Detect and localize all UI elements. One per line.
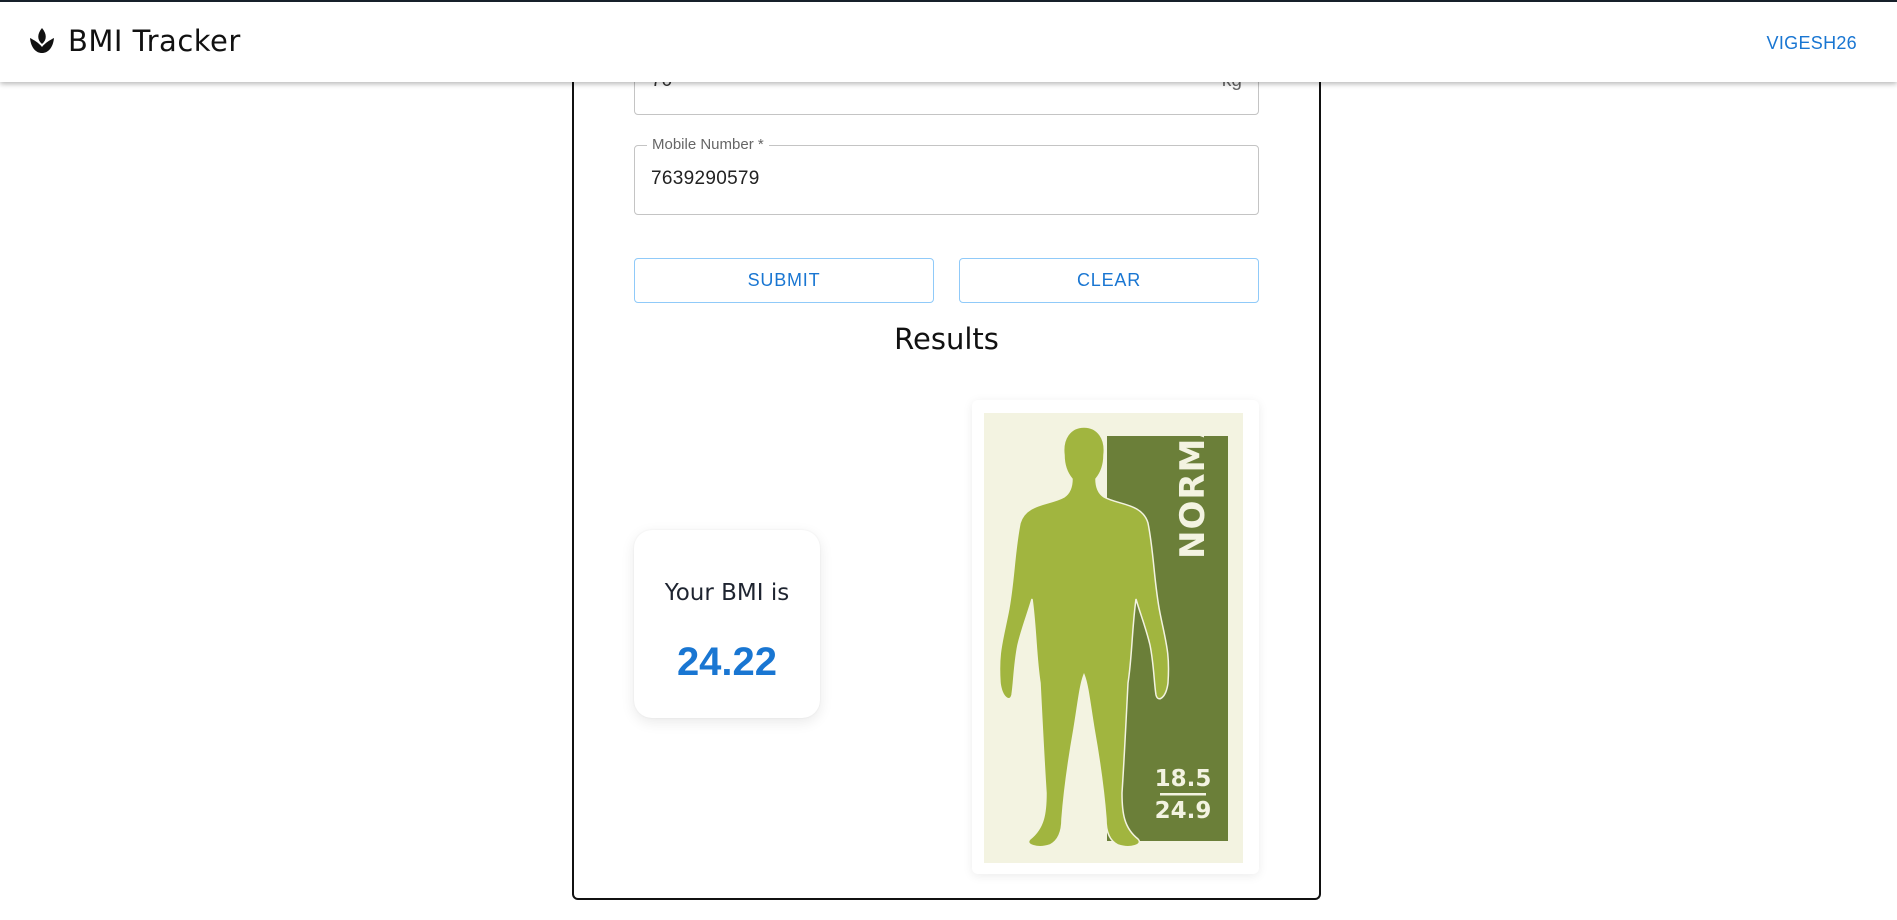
mobile-number-input[interactable]: 7639290579 [651,168,760,190]
lotus-icon [30,28,54,53]
mobile-number-label: Mobile Number * [647,136,769,153]
range-low-label: 18.5 [1155,766,1212,792]
bmi-category-image: NORMAL 18.5 24.9 [972,400,1259,874]
clear-button[interactable]: CLEAR [959,258,1259,303]
bmi-label: Your BMI is [664,580,790,606]
app-header: BMI Tracker VIGESH26 [0,0,1897,82]
bmi-value: 24.22 [676,640,778,684]
user-menu-link[interactable]: VIGESH26 [1767,33,1857,54]
results-heading: Results [894,322,999,356]
bmi-result-card: Your BMI is 24.22 [634,530,820,718]
app-title: BMI Tracker [68,24,241,58]
body-silhouette-illustration: NORMAL 18.5 24.9 [984,413,1243,863]
submit-button[interactable]: SUBMIT [634,258,934,303]
brand[interactable]: BMI Tracker [28,24,241,58]
range-high-label: 24.9 [1155,798,1212,824]
bmi-category-label: NORMAL [1173,413,1213,559]
mobile-number-field[interactable]: Mobile Number * 7639290579 [634,136,1259,215]
